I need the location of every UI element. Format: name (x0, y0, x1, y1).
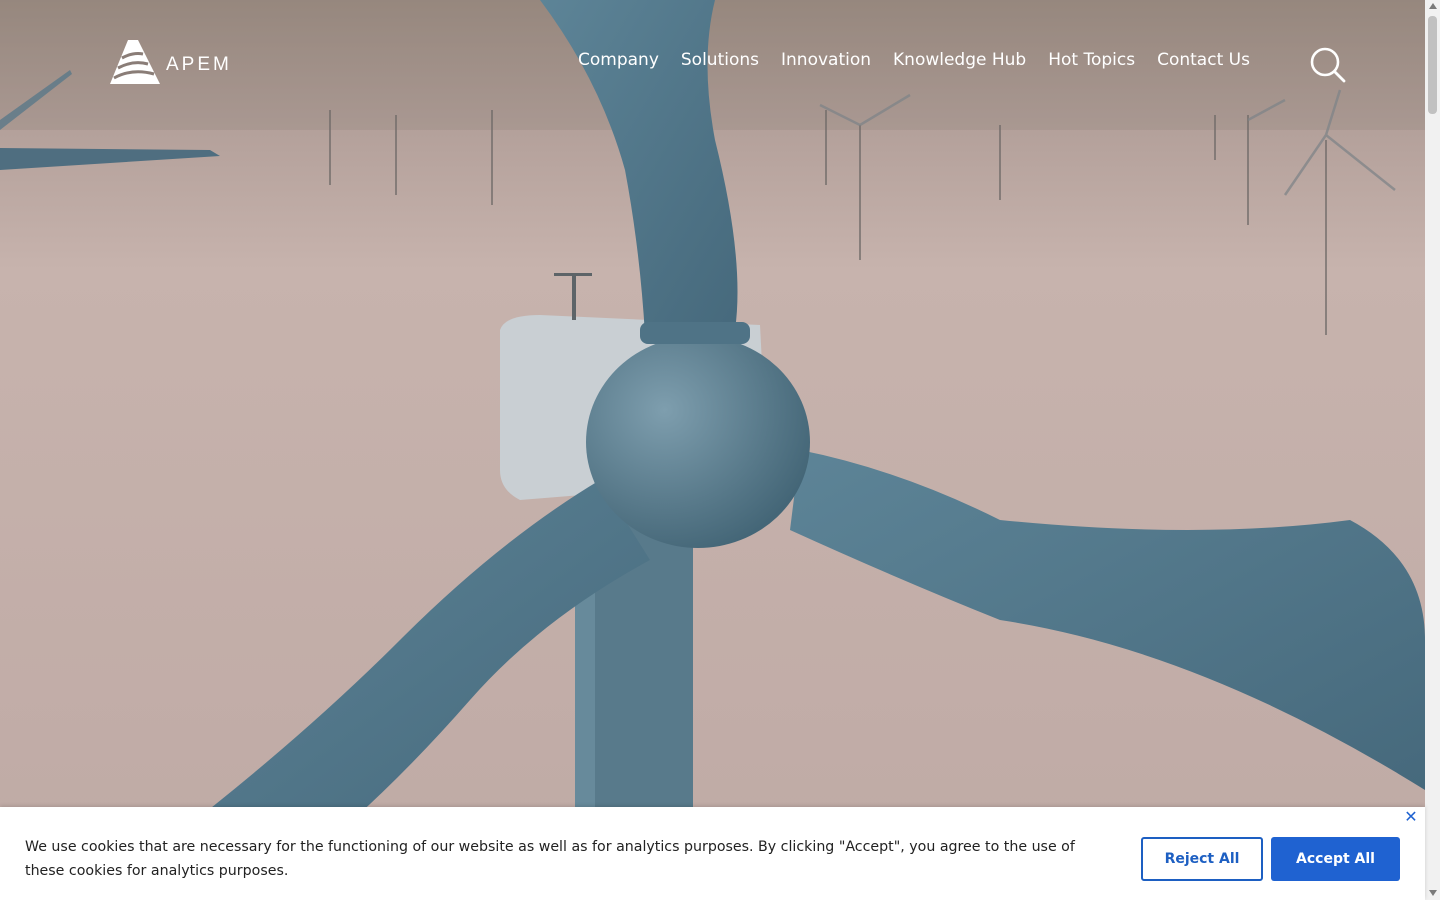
accept-all-button[interactable]: Accept All (1271, 837, 1400, 881)
site-header: APEM Company Solutions Innovation Knowle… (0, 0, 1425, 128)
nav-item-hot-topics[interactable]: Hot Topics (1048, 50, 1135, 70)
nav-item-solutions[interactable]: Solutions (681, 50, 759, 70)
scrollbar-thumb[interactable] (1428, 16, 1437, 114)
reject-all-button[interactable]: Reject All (1141, 837, 1263, 881)
nav-item-company[interactable]: Company (578, 50, 659, 70)
hero-background-image (0, 0, 1425, 900)
cookie-banner: ✕ We use cookies that are necessary for … (0, 807, 1425, 900)
apem-logo[interactable]: APEM (108, 38, 232, 86)
nav-item-innovation[interactable]: Innovation (781, 50, 871, 70)
hero-video (0, 0, 1425, 900)
scroll-up-arrow-icon[interactable] (1429, 3, 1437, 9)
main-nav: Company Solutions Innovation Knowledge H… (578, 50, 1272, 70)
apem-logo-icon (110, 40, 160, 84)
nav-item-contact-us[interactable]: Contact Us (1157, 50, 1250, 70)
nav-item-knowledge-hub[interactable]: Knowledge Hub (893, 50, 1026, 70)
close-icon[interactable]: ✕ (1403, 809, 1419, 825)
scroll-down-arrow-icon[interactable] (1429, 890, 1437, 896)
logo-wordmark: APEM (166, 54, 232, 75)
search-button[interactable] (1309, 46, 1347, 84)
cookie-message: We use cookies that are necessary for th… (25, 839, 1075, 879)
page-scrollbar[interactable] (1425, 0, 1440, 900)
search-icon (1310, 47, 1346, 83)
